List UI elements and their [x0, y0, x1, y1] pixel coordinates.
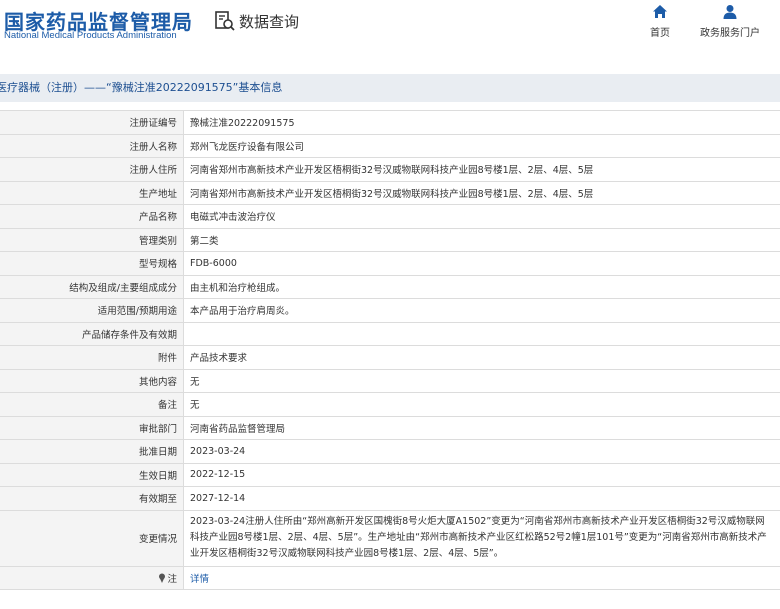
row-value: 无	[183, 392, 780, 417]
row-label: 其他内容	[0, 368, 184, 393]
row-label: 注册证编号	[0, 110, 184, 135]
row-value: 河南省药品监督管理局	[183, 415, 780, 440]
data-query-heading: 数据查询	[214, 10, 299, 32]
table-row: 产品储存条件及有效期	[0, 321, 780, 346]
row-label: 附件	[0, 345, 184, 370]
table-row: 注册人名称 郑州飞龙医疗设备有限公司	[0, 133, 780, 158]
logo-title-en: National Medical Products Administration	[4, 30, 177, 41]
note-label: 注	[167, 573, 177, 585]
row-label: 注册人住所	[0, 157, 184, 182]
table-row: 附件 产品技术要求	[0, 345, 780, 370]
note-value-cell: 详情	[183, 565, 780, 590]
table-row: 结构及组成/主要组成成分 由主机和治疗枪组成。	[0, 274, 780, 299]
table-row: 管理类别 第二类	[0, 227, 780, 252]
row-label: 生产地址	[0, 180, 184, 205]
pin-icon	[159, 573, 166, 583]
detail-link[interactable]: 详情	[190, 574, 209, 585]
site-header: 国家药品监督管理局 National Medical Products Admi…	[0, 0, 780, 74]
row-label: 备注	[0, 392, 184, 417]
row-value: FDB-6000	[183, 251, 780, 276]
row-value: 河南省郑州市高新技术产业开发区梧桐街32号汉威物联网科技产业园8号楼1层、2层、…	[183, 180, 780, 205]
row-value	[183, 321, 780, 346]
table-row: 产品名称 电磁式冲击波治疗仪	[0, 204, 780, 229]
nav-home-label: 首页	[650, 28, 670, 39]
table-row: 有效期至 2027-12-14	[0, 486, 780, 511]
change-history-value: 2023-03-24注册人住所由“郑州高新开发区国槐街8号火炬大厦A1502”变…	[183, 509, 780, 567]
row-label: 生效日期	[0, 462, 184, 487]
row-label: 产品名称	[0, 204, 184, 229]
row-label: 适用范围/预期用途	[0, 298, 184, 323]
row-label: 产品储存条件及有效期	[0, 321, 184, 346]
table-row: 生效日期 2022-12-15	[0, 462, 780, 487]
nav-home[interactable]: 首页	[650, 4, 670, 39]
row-value: 豫械注准20222091575	[183, 110, 780, 135]
note-label-cell: 注	[0, 565, 184, 590]
table-row: 型号规格 FDB-6000	[0, 251, 780, 276]
change-history-row: 变更情况 2023-03-24注册人住所由“郑州高新开发区国槐街8号火炬大厦A1…	[0, 509, 780, 567]
row-label: 结构及组成/主要组成成分	[0, 274, 184, 299]
row-value: 由主机和治疗枪组成。	[183, 274, 780, 299]
row-value: 电磁式冲击波治疗仪	[183, 204, 780, 229]
home-icon	[653, 5, 667, 18]
table-row: 批准日期 2023-03-24	[0, 439, 780, 464]
change-history-label: 变更情况	[0, 509, 184, 567]
table-row: 适用范围/预期用途 本产品用于治疗肩周炎。	[0, 298, 780, 323]
page-title-bar: 医疗器械（注册）——“豫械注准20222091575”基本信息	[0, 74, 780, 102]
row-value: 第二类	[183, 227, 780, 252]
page-title: 医疗器械（注册）——“豫械注准20222091575”基本信息	[0, 81, 283, 94]
note-row: 注 详情	[0, 565, 780, 590]
row-value: 无	[183, 368, 780, 393]
info-table-body: 注册证编号 豫械注准20222091575 注册人名称 郑州飞龙医疗设备有限公司 注…	[0, 110, 780, 590]
row-value: 本产品用于治疗肩周炎。	[183, 298, 780, 323]
row-label: 型号规格	[0, 251, 184, 276]
data-query-label: 数据查询	[239, 12, 300, 31]
row-value: 河南省郑州市高新技术产业开发区梧桐街32号汉威物联网科技产业园8号楼1层、2层、…	[183, 157, 780, 182]
user-icon	[723, 5, 737, 19]
table-row: 生产地址 河南省郑州市高新技术产业开发区梧桐街32号汉威物联网科技产业园8号楼1层…	[0, 180, 780, 205]
table-row: 审批部门 河南省药品监督管理局	[0, 415, 780, 440]
row-label: 注册人名称	[0, 133, 184, 158]
row-label: 管理类别	[0, 227, 184, 252]
row-label: 有效期至	[0, 486, 184, 511]
table-row: 注册人住所 河南省郑州市高新技术产业开发区梧桐街32号汉威物联网科技产业园8号楼1…	[0, 157, 780, 182]
row-value: 2022-12-15	[183, 462, 780, 487]
table-row: 其他内容无	[0, 368, 780, 393]
row-label: 审批部门	[0, 415, 184, 440]
row-value: 2023-03-24	[183, 439, 780, 464]
nav-service-portal[interactable]: 政务服务门户	[700, 4, 760, 39]
nav-service-label: 政务服务门户	[700, 28, 760, 39]
search-document-icon	[215, 11, 235, 31]
table-row: 备注无	[0, 392, 780, 417]
row-label: 批准日期	[0, 439, 184, 464]
registration-info-table: 注册证编号 豫械注准20222091575 注册人名称 郑州飞龙医疗设备有限公司 注…	[0, 110, 780, 590]
row-value: 2027-12-14	[183, 486, 780, 511]
table-row: 注册证编号 豫械注准20222091575	[0, 110, 780, 135]
row-value: 产品技术要求	[183, 345, 780, 370]
row-value: 郑州飞龙医疗设备有限公司	[183, 133, 780, 158]
